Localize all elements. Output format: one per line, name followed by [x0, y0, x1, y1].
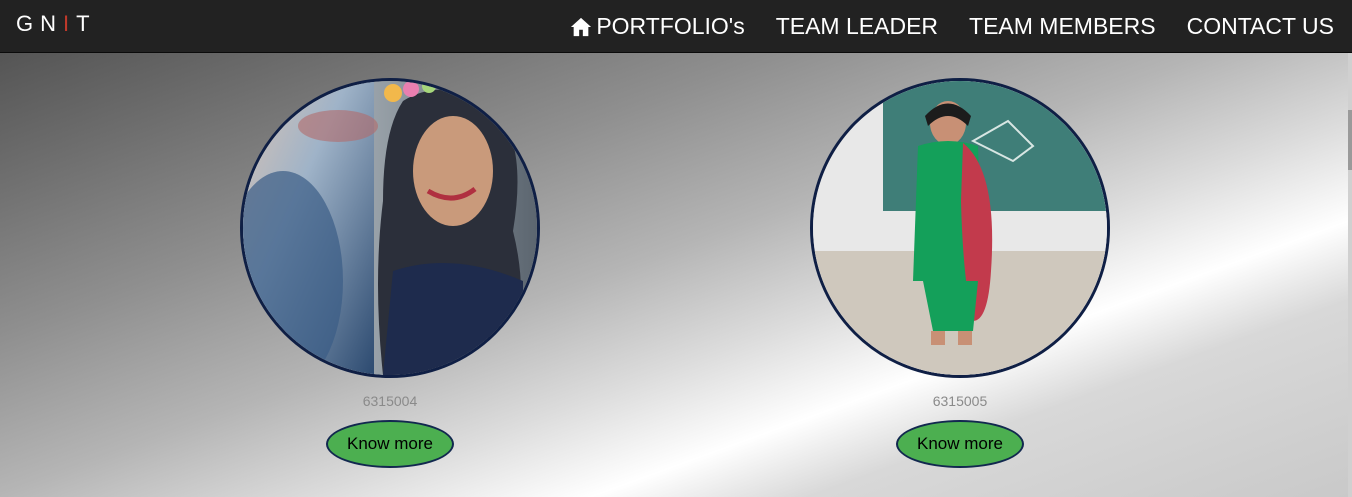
know-more-button[interactable]: Know more — [326, 420, 454, 468]
nav-portfolio[interactable]: PORTFOLIO's — [570, 13, 745, 40]
member-id: 6315005 — [932, 393, 988, 409]
member-card: 6315005 Know more — [810, 78, 1110, 468]
member-card: 6315004 Know more — [240, 78, 540, 468]
brand-letter-t: T — [76, 11, 97, 36]
member-photo — [240, 78, 540, 378]
brand-letter-n: N — [40, 11, 64, 36]
nav-portfolio-label: PORTFOLIO's — [596, 13, 745, 39]
nav-team-members[interactable]: TEAM MEMBERS — [969, 13, 1156, 40]
navbar: GNIT PORTFOLIO's TEAM LEADER TEAM MEMBER… — [0, 0, 1352, 53]
nav-contact-us-label: CONTACT US — [1186, 13, 1334, 39]
member-id: 6315004 — [362, 393, 418, 409]
scrollbar-thumb[interactable] — [1348, 110, 1352, 170]
nav-contact-us[interactable]: CONTACT US — [1187, 13, 1334, 40]
home-icon — [571, 17, 592, 36]
know-more-button[interactable]: Know more — [896, 420, 1024, 468]
brand-letter-i: I — [63, 11, 77, 36]
brand-logo[interactable]: GNIT — [16, 11, 97, 37]
nav-team-members-label: TEAM MEMBERS — [969, 13, 1156, 39]
member-photo — [810, 78, 1110, 378]
nav-team-leader[interactable]: TEAM LEADER — [776, 13, 938, 40]
nav-links: PORTFOLIO's TEAM LEADER TEAM MEMBERS CON… — [539, 0, 1334, 53]
nav-team-leader-label: TEAM LEADER — [775, 13, 939, 39]
brand-letter-g: G — [16, 11, 41, 36]
